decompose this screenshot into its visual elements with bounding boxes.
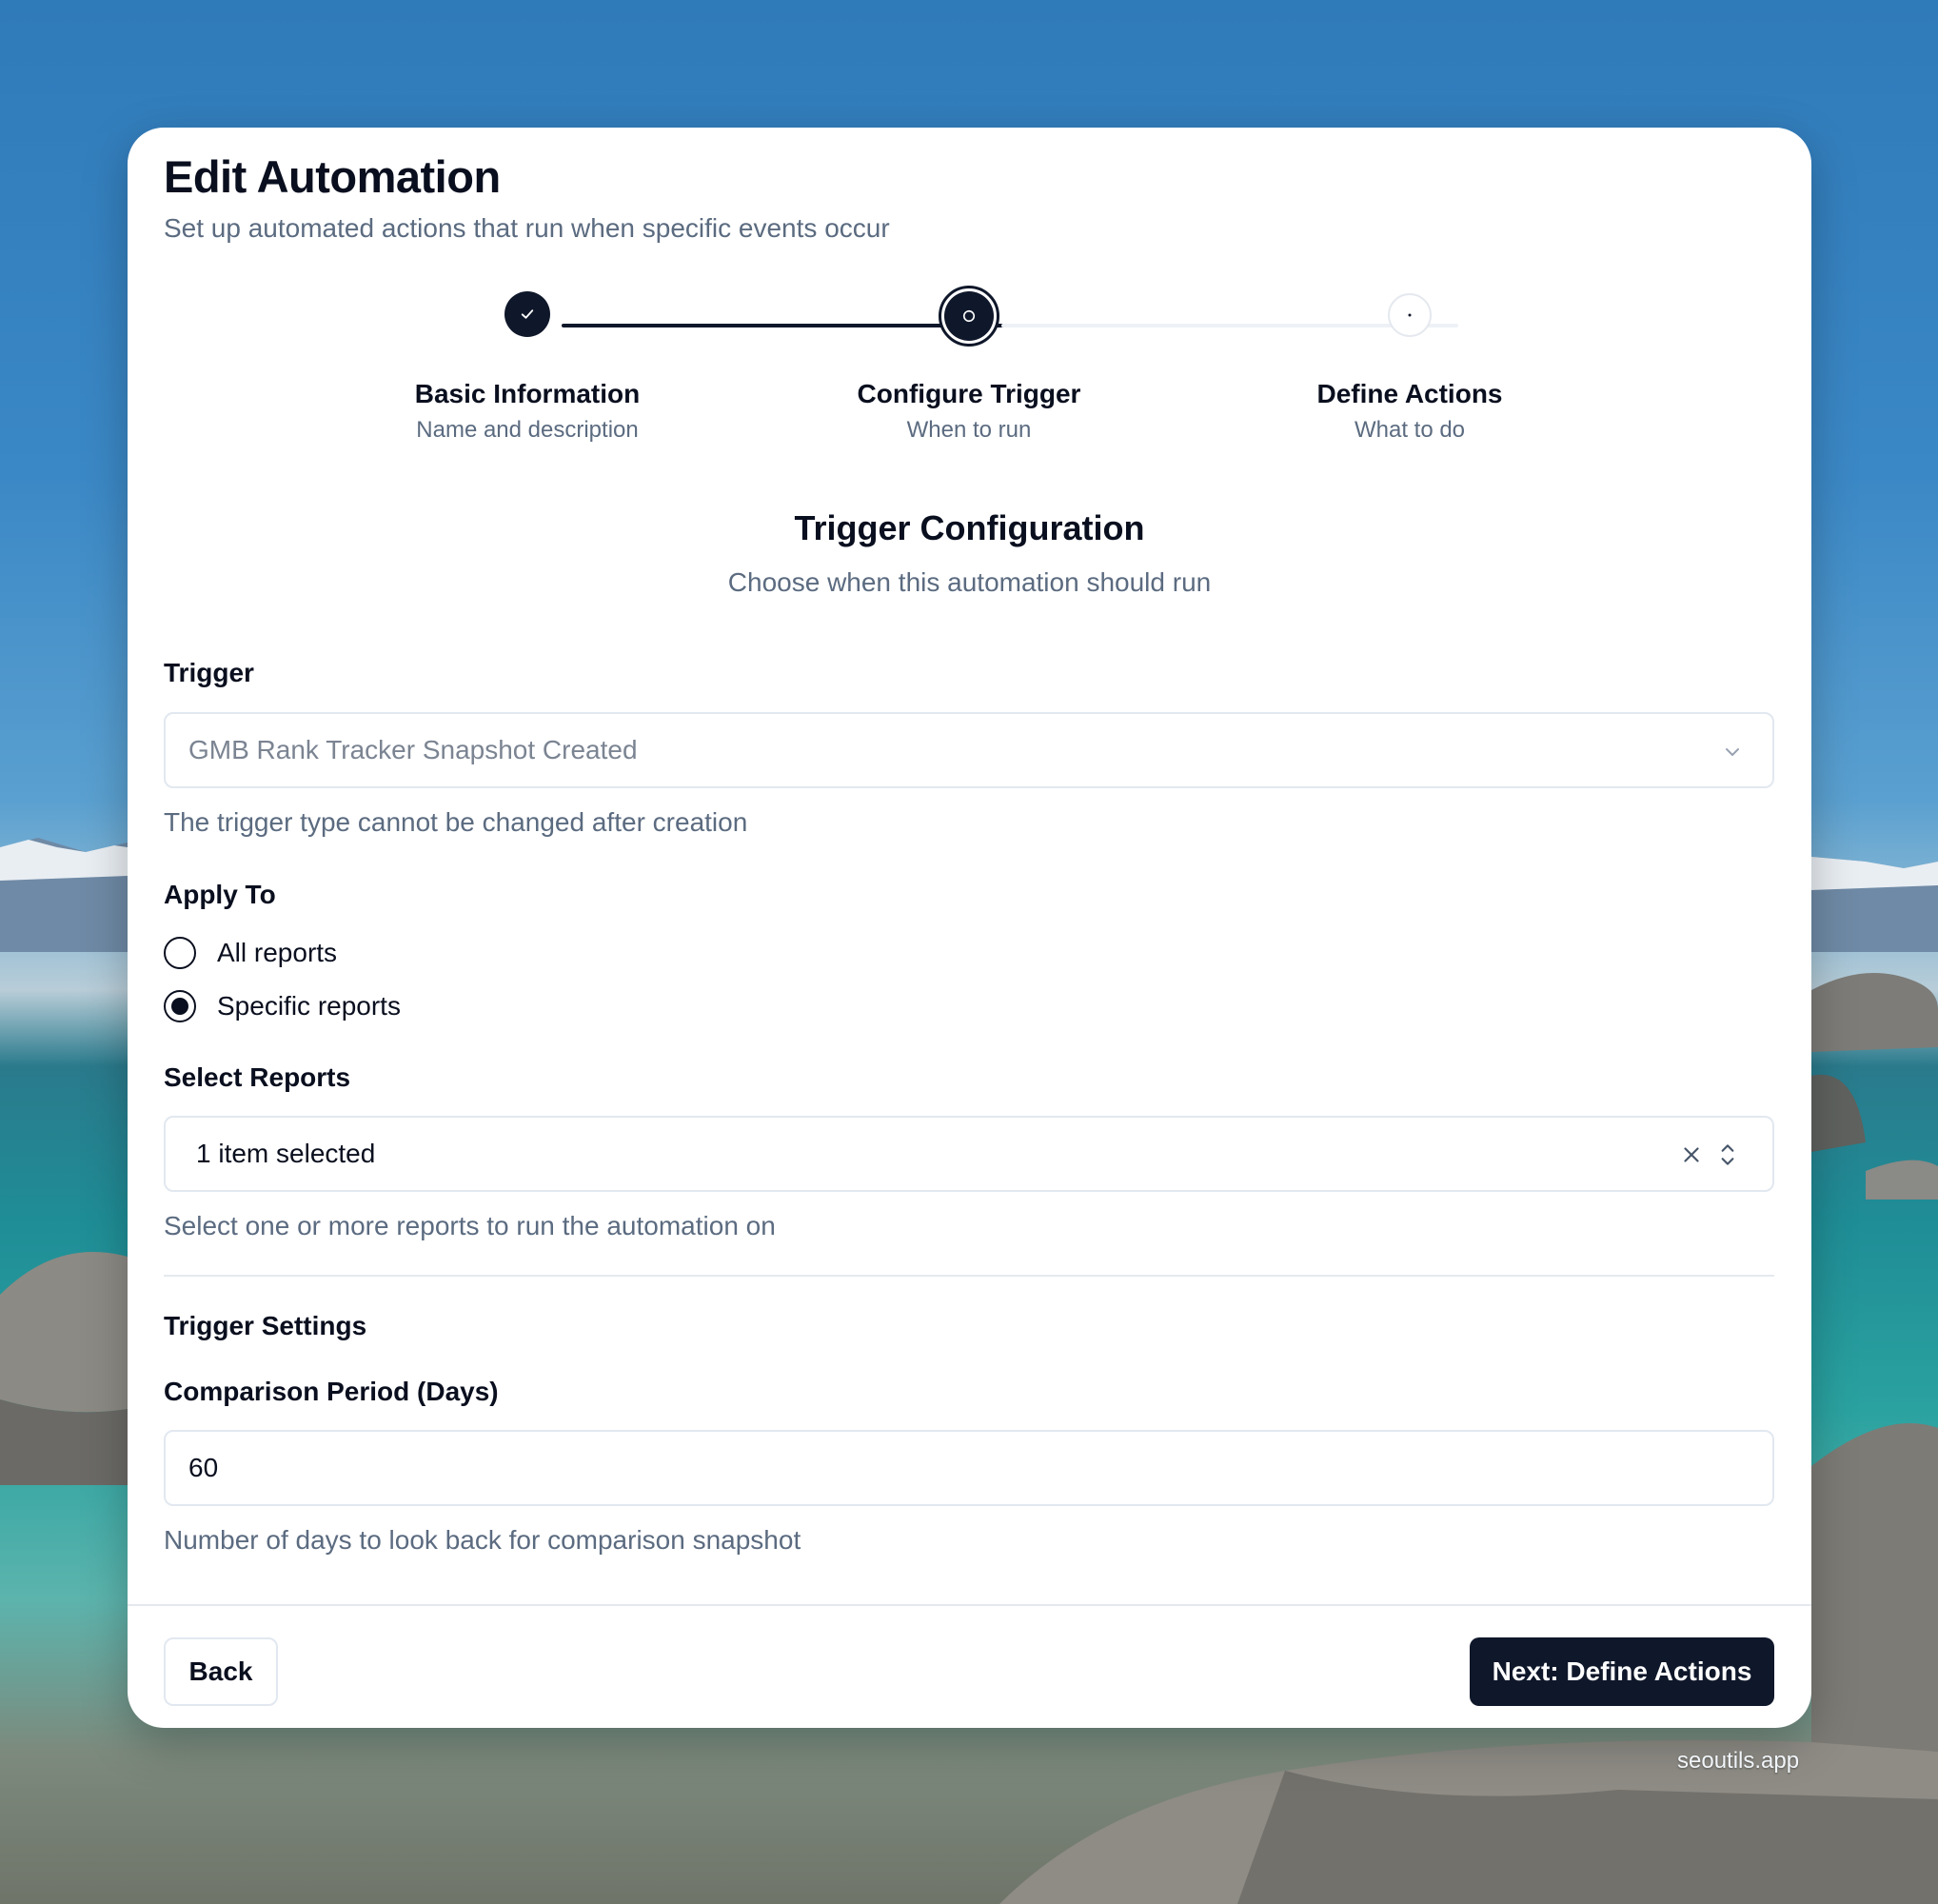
footer-divider	[128, 1604, 1811, 1606]
select-reports-combobox[interactable]: 1 item selected	[164, 1116, 1774, 1192]
step-2-current-circle[interactable]	[939, 286, 999, 347]
section-title: Trigger Configuration	[794, 508, 1145, 547]
radio-all-reports-label: All reports	[217, 938, 338, 967]
step-2-title: Configure Trigger	[857, 379, 1081, 408]
watermark-text: seoutils.app	[1677, 1748, 1800, 1774]
trigger-label: Trigger	[164, 658, 254, 687]
radio-all-reports[interactable]: All reports	[164, 937, 337, 969]
section-desc: Choose when this automation should run	[727, 567, 1212, 597]
radio-specific-reports-label: Specific reports	[217, 991, 401, 1021]
comparison-period-label: Comparison Period (Days)	[164, 1377, 499, 1406]
radio-specific-reports[interactable]: Specific reports	[164, 990, 401, 1022]
step-3-title: Define Actions	[1316, 379, 1503, 408]
comparison-period-input[interactable]: 60	[164, 1430, 1774, 1506]
select-reports-help: Select one or more reports to run the au…	[164, 1211, 776, 1240]
back-button[interactable]: Back	[164, 1637, 278, 1706]
apply-to-label: Apply To	[164, 880, 276, 909]
step-3-label: Define Actions What to do	[1219, 379, 1600, 444]
next-define-actions-button[interactable]: Next: Define Actions	[1470, 1637, 1774, 1706]
radio-all-reports-indicator[interactable]	[164, 937, 196, 969]
select-reports-label: Select Reports	[164, 1062, 351, 1092]
comparison-period-help: Number of days to look back for comparis…	[164, 1525, 801, 1555]
edit-automation-dialog: Edit Automation Set up automated actions…	[128, 128, 1811, 1728]
step-1-title: Basic Information	[414, 379, 641, 408]
step-2-label: Configure Trigger When to run	[779, 379, 1159, 444]
trigger-select-value: GMB Rank Tracker Snapshot Created	[188, 735, 638, 764]
step-3-desc: What to do	[1354, 417, 1466, 443]
dot-icon	[1408, 313, 1412, 317]
step-1-desc: Name and description	[416, 417, 639, 443]
trigger-settings-title: Trigger Settings	[164, 1311, 367, 1340]
comparison-period-value: 60	[188, 1453, 219, 1482]
step-1-complete-circle[interactable]	[504, 291, 550, 337]
section-divider	[164, 1275, 1774, 1277]
step-1-label: Basic Information Name and description	[337, 379, 718, 444]
dialog-subtitle: Set up automated actions that run when s…	[164, 213, 890, 243]
dialog-title: Edit Automation	[164, 151, 501, 202]
select-reports-value: 1 item selected	[196, 1139, 376, 1168]
clear-icon[interactable]	[1679, 1142, 1704, 1167]
step-2-desc: When to run	[906, 417, 1032, 443]
chevrons-up-down-icon[interactable]	[1715, 1140, 1740, 1169]
trigger-select[interactable]: GMB Rank Tracker Snapshot Created	[164, 712, 1774, 788]
chevron-down-icon	[1726, 748, 1739, 756]
step-3-upcoming-circle[interactable]	[1388, 293, 1432, 337]
circle-icon	[962, 309, 976, 323]
radio-specific-reports-indicator[interactable]	[164, 990, 196, 1022]
trigger-help: The trigger type cannot be changed after…	[164, 807, 748, 837]
check-icon	[521, 309, 534, 319]
